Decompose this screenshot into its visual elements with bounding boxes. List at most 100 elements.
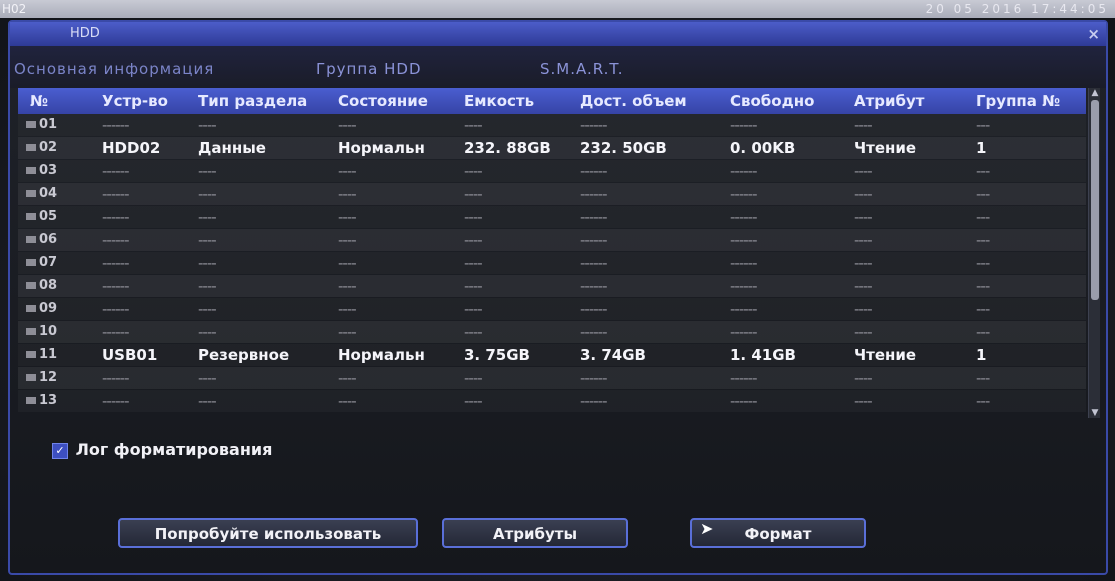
table-cell: Резервное	[198, 346, 290, 364]
table-cell: ---	[976, 323, 990, 341]
format-button[interactable]: Формат	[690, 518, 866, 548]
row-number: 03	[26, 163, 57, 178]
table-cell: ------	[730, 162, 758, 180]
attributes-button[interactable]: Атрибуты	[442, 518, 628, 548]
table-cell: ------	[580, 323, 608, 341]
table-cell: ----	[198, 369, 217, 387]
table-cell: ----	[854, 300, 873, 318]
table-cell: ----	[854, 231, 873, 249]
table-cell: ----	[464, 392, 483, 410]
table-row[interactable]: 06 ------ ---- ---- ---- ------ ------ ---- ---	[18, 229, 1086, 251]
table-cell: 0. 00KB	[730, 139, 796, 157]
row-marker-icon	[26, 351, 36, 358]
table-header: № Устр-во Тип раздела Состояние Емкость …	[18, 88, 1086, 114]
format-log-checkbox[interactable]: ✓	[52, 442, 68, 459]
table-row[interactable]: 07 ------ ---- ---- ---- ------ ------ ---- ---	[18, 252, 1086, 274]
table-cell: ------	[102, 369, 130, 387]
table-row[interactable]: 08 ------ ---- ---- ---- ------ ------ ---- ---	[18, 275, 1086, 297]
scroll-up-icon[interactable]: ▲	[1090, 88, 1100, 98]
row-marker-icon	[26, 213, 36, 220]
table-cell: ----	[854, 208, 873, 226]
table-cell: 232. 50GB	[580, 139, 667, 157]
scroll-down-icon[interactable]: ▼	[1090, 408, 1100, 418]
table-cell: ---	[976, 254, 990, 272]
table-cell: 3. 74GB	[580, 346, 646, 364]
table-cell: ----	[338, 277, 357, 295]
table-cell: ----	[854, 277, 873, 295]
table-cell: ------	[730, 116, 758, 134]
col-state: Состояние	[338, 92, 428, 110]
table-cell: Нормальн	[338, 139, 425, 157]
close-icon[interactable]: ×	[1087, 22, 1100, 46]
table-cell: ----	[338, 162, 357, 180]
row-marker-icon	[26, 144, 36, 151]
table-cell: ----	[198, 185, 217, 203]
table-cell: ----	[338, 392, 357, 410]
table-cell: ----	[854, 323, 873, 341]
table-cell: 1	[976, 346, 987, 364]
table-cell: ------	[580, 162, 608, 180]
row-marker-icon	[26, 282, 36, 289]
row-number: 10	[26, 324, 57, 339]
try-use-button[interactable]: Попробуйте использовать	[118, 518, 418, 548]
row-number-text: 12	[39, 370, 58, 385]
table-row[interactable]: 12 ------ ---- ---- ---- ------ ------ ---- ---	[18, 367, 1086, 389]
table-cell: ----	[464, 162, 483, 180]
table-row[interactable]: 10 ------ ---- ---- ---- ------ ------ ---- ---	[18, 321, 1086, 343]
table-cell: ---	[976, 185, 990, 203]
table-cell: ----	[198, 392, 217, 410]
table-cell: ----	[198, 162, 217, 180]
scroll-thumb[interactable]	[1091, 100, 1099, 300]
table-cell: ----	[464, 369, 483, 387]
table-cell: ----	[198, 300, 217, 318]
row-marker-icon	[26, 305, 36, 312]
row-marker-icon	[26, 397, 36, 404]
table-cell: ----	[338, 323, 357, 341]
table-row[interactable]: 05 ------ ---- ---- ---- ------ ------ ---- ---	[18, 206, 1086, 228]
table-cell: ------	[730, 323, 758, 341]
table-row[interactable]: 01 ------ ---- ---- ---- ------ ------ ---- ---	[18, 114, 1086, 136]
table-row[interactable]: 02 HDD02 Данные Нормальн 232. 88GB 232. 50GB 0…	[18, 137, 1086, 159]
tab-hdd-group[interactable]: Группа HDD	[316, 60, 422, 78]
table-cell: ------	[102, 277, 130, 295]
format-log-label: Лог форматирования	[75, 440, 273, 459]
table-cell: ----	[464, 300, 483, 318]
table-row[interactable]: 13 ------ ---- ---- ---- ------ ------ ---- ---	[18, 390, 1086, 412]
row-marker-icon	[26, 328, 36, 335]
table-row[interactable]: 11 USB01 Резервное Нормальн 3. 75GB 3. 74GB 1.…	[18, 344, 1086, 366]
table-row[interactable]: 03 ------ ---- ---- ---- ------ ------ ---- ---	[18, 160, 1086, 182]
table-scrollbar[interactable]: ▲ ▼	[1088, 88, 1100, 418]
hdd-window: HDD × Основная информация Группа HDD S.M…	[8, 20, 1108, 575]
table-cell: ------	[730, 185, 758, 203]
table-cell: ---	[976, 369, 990, 387]
table-cell: ------	[102, 323, 130, 341]
col-number: №	[30, 92, 49, 110]
row-number: 08	[26, 278, 57, 293]
table-cell: ----	[338, 116, 357, 134]
col-device: Устр-во	[102, 92, 168, 110]
table-cell: ----	[198, 116, 217, 134]
table-cell: ---	[976, 231, 990, 249]
format-log-option[interactable]: ✓ Лог форматирования	[52, 440, 272, 459]
col-partition-type: Тип раздела	[198, 92, 308, 110]
table-cell: 232. 88GB	[464, 139, 551, 157]
row-number: 01	[26, 117, 57, 132]
tab-smart[interactable]: S.M.A.R.T.	[540, 60, 624, 78]
table-cell: ----	[198, 254, 217, 272]
row-number-text: 04	[39, 186, 58, 201]
table-cell: ----	[198, 231, 217, 249]
table-cell: ----	[198, 277, 217, 295]
table-cell: ----	[198, 208, 217, 226]
table-cell: ---	[976, 116, 990, 134]
tab-basic-info[interactable]: Основная информация	[14, 60, 214, 78]
row-number-text: 08	[39, 278, 58, 293]
table-cell: ------	[102, 231, 130, 249]
table-cell: USB01	[102, 346, 158, 364]
table-row[interactable]: 09 ------ ---- ---- ---- ------ ------ ---- ---	[18, 298, 1086, 320]
channel-label: H02	[2, 2, 27, 16]
table-cell: ------	[730, 254, 758, 272]
table-cell: 1	[976, 139, 987, 157]
table-cell: HDD02	[102, 139, 161, 157]
row-marker-icon	[26, 259, 36, 266]
table-row[interactable]: 04 ------ ---- ---- ---- ------ ------ ---- ---	[18, 183, 1086, 205]
